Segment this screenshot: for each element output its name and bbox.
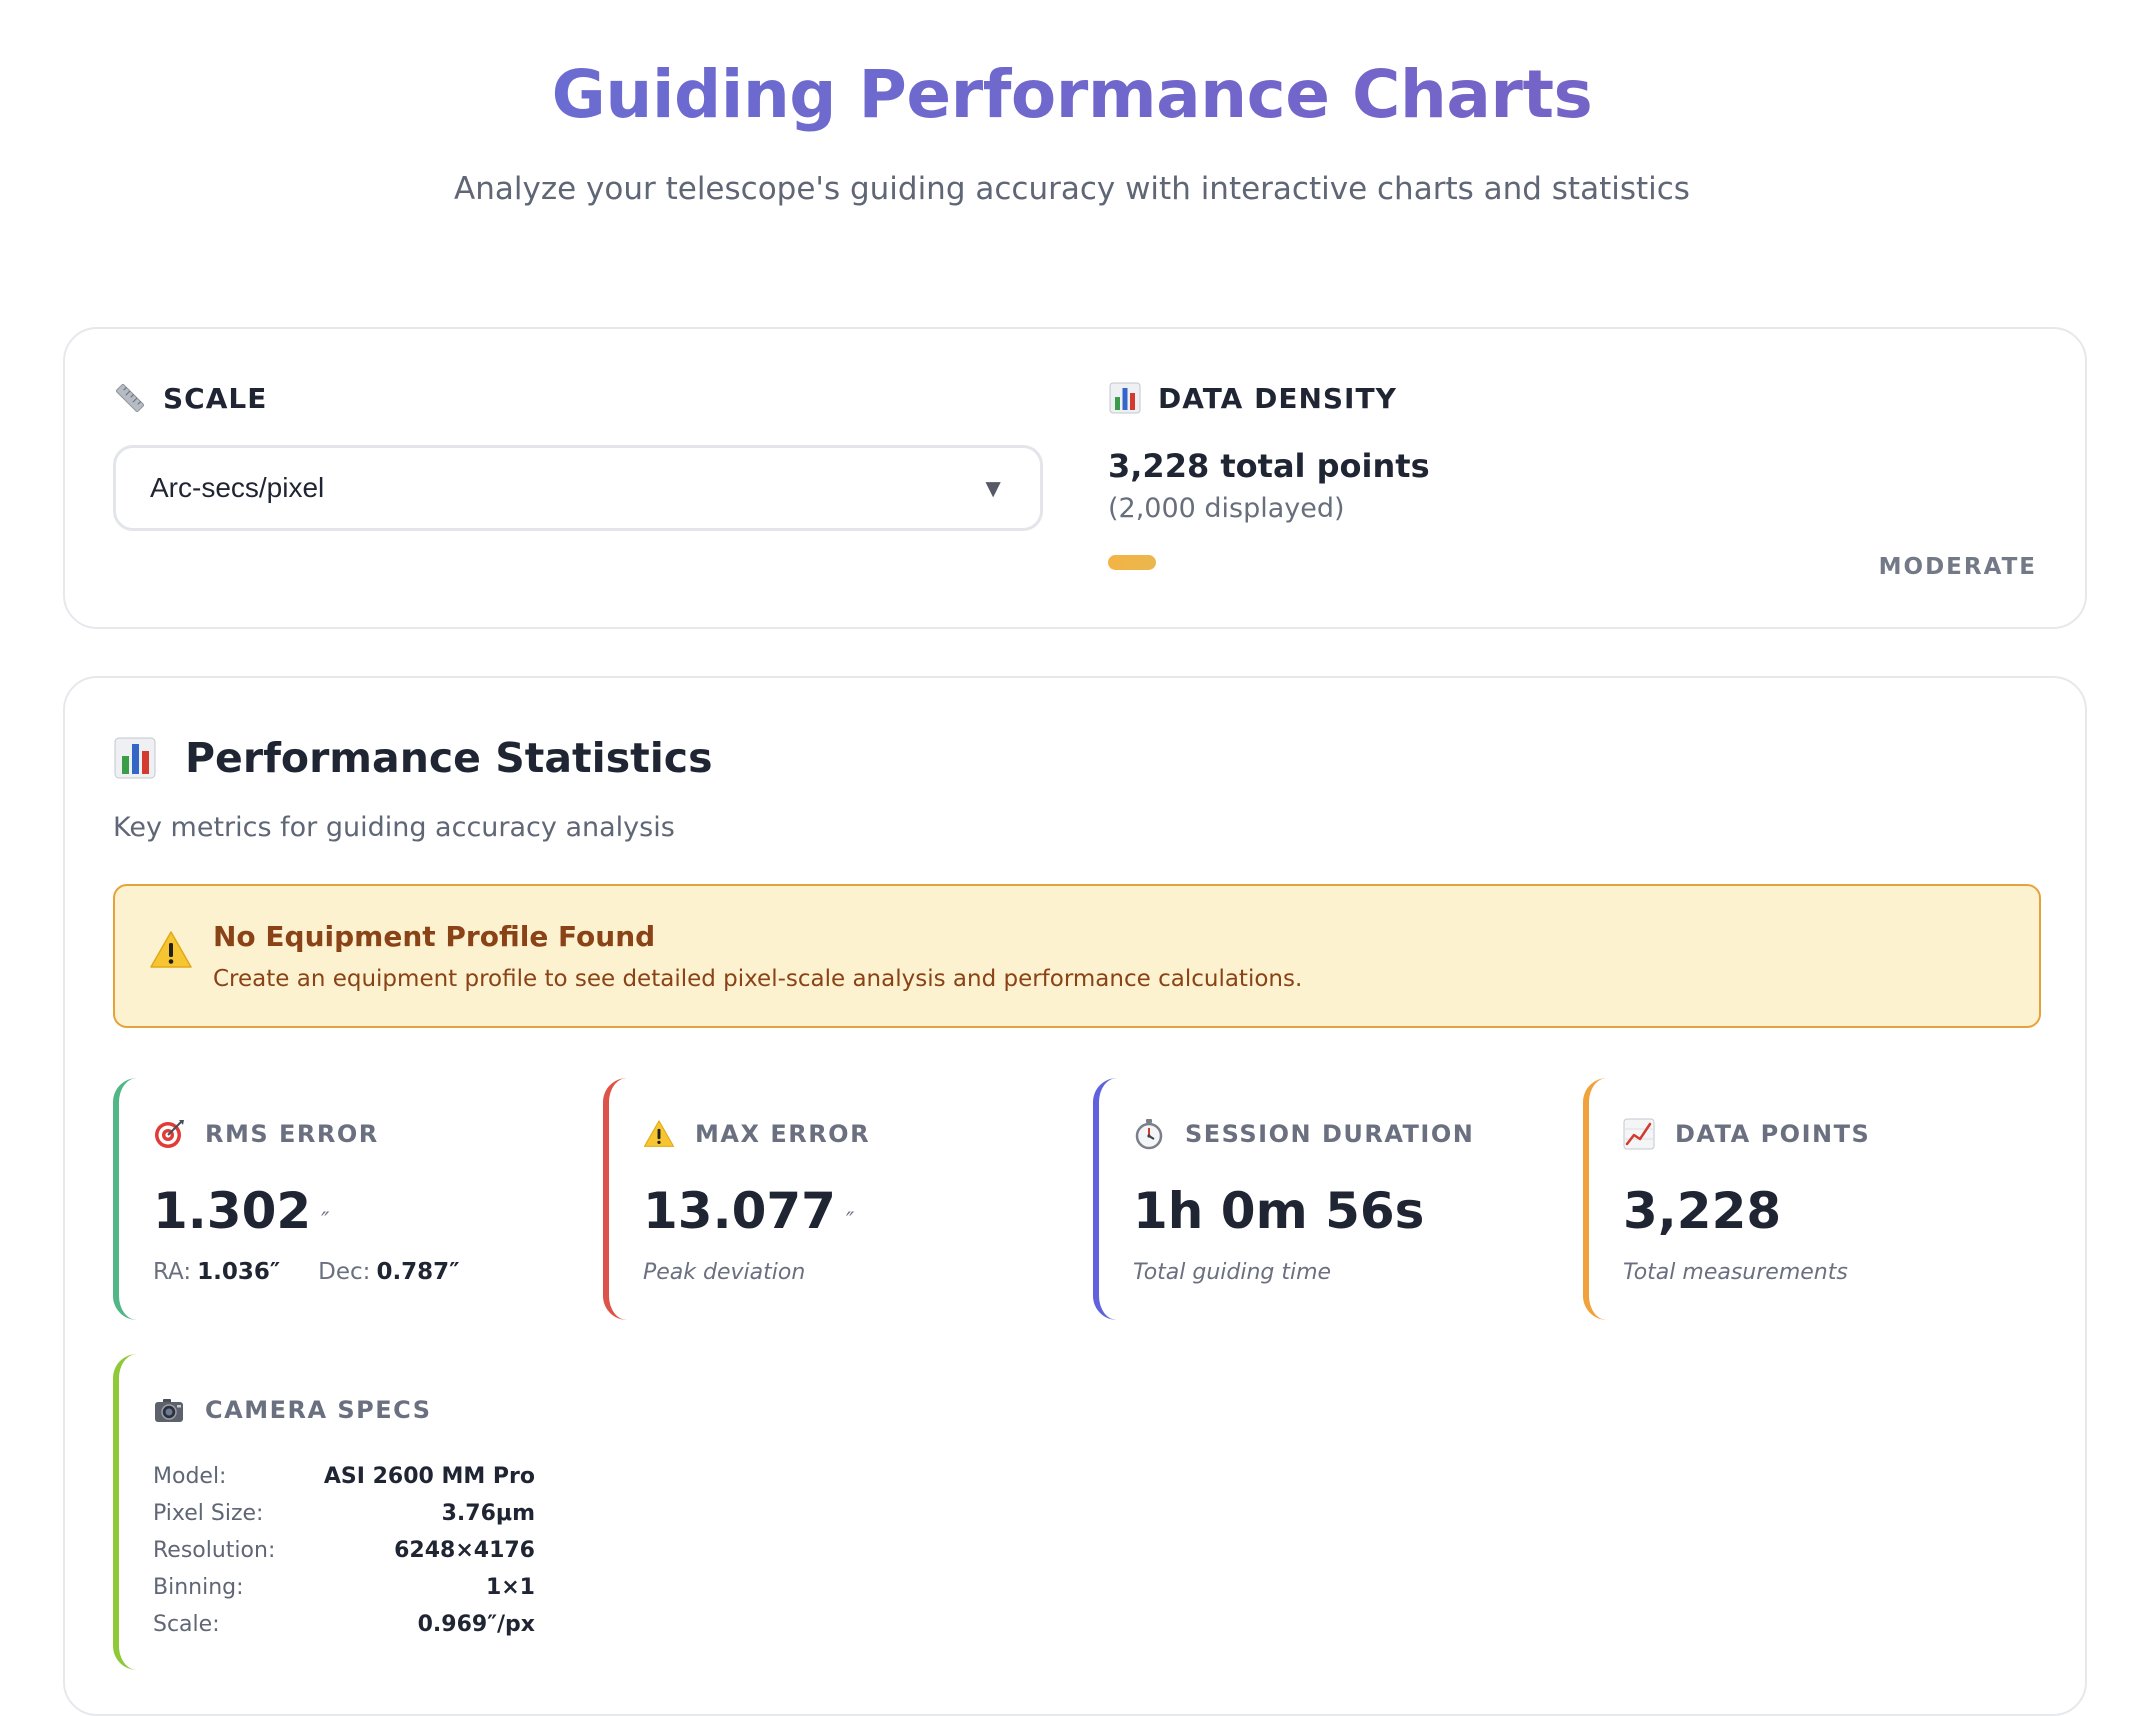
dec-value: 0.787″ (376, 1259, 460, 1285)
spec-value: ASI 2600 MM Pro (323, 1464, 535, 1489)
max-error-label-text: MAX ERROR (695, 1120, 871, 1148)
spec-key: Resolution: (153, 1538, 276, 1563)
density-total: 3,228 total points (1108, 447, 1430, 485)
scale-select[interactable]: Arc-secs/pixel ▼ (113, 445, 1043, 531)
equipment-alert: No Equipment Profile Found Create an equ… (113, 884, 2041, 1028)
ra-label: RA: (153, 1259, 192, 1285)
rms-error-card: RMS ERROR 1.302 ″ RA: 1.036″ Dec: 0.787″ (113, 1078, 553, 1320)
data-points-value: 3,228 (1623, 1182, 1781, 1240)
chevron-down-icon: ▼ (980, 472, 1006, 503)
max-error-unit: ″ (845, 1209, 855, 1234)
density-level-bar (1108, 555, 1156, 570)
session-duration-card: SESSION DURATION 1h 0m 56s Total guiding… (1093, 1078, 1533, 1320)
spec-row-model: Model: ASI 2600 MM Pro (153, 1458, 535, 1495)
session-duration-label: SESSION DURATION (1133, 1118, 1474, 1150)
spec-row-scale: Scale: 0.969″/px (153, 1606, 535, 1643)
session-duration-number: 1h 0m 56s (1133, 1182, 1425, 1240)
max-error-label: MAX ERROR (643, 1118, 870, 1150)
spec-row-resolution: Resolution: 6248×4176 (153, 1532, 535, 1569)
warning-icon (150, 931, 192, 968)
page-header: Guiding Performance Charts Analyze your … (0, 0, 2144, 207)
camera-icon (155, 1399, 183, 1422)
scale-select-value: Arc-secs/pixel (150, 472, 325, 503)
camera-specs-card: CAMERA SPECS Model: ASI 2600 MM Pro Pixe… (113, 1354, 553, 1670)
spec-key: Scale: (153, 1612, 220, 1637)
data-points-number: 3,228 (1623, 1182, 1782, 1240)
alert-title: No Equipment Profile Found (213, 920, 656, 953)
spec-key: Binning: (153, 1575, 244, 1600)
rms-error-label: RMS ERROR (153, 1118, 379, 1150)
rms-error-unit: ″ (321, 1209, 330, 1234)
spec-value: 1×1 (485, 1575, 535, 1600)
scale-label: SCALE (113, 381, 267, 415)
scale-label-text: SCALE (163, 381, 268, 415)
max-error-note: Peak deviation (643, 1260, 806, 1285)
trend-chart-icon (1623, 1118, 1655, 1150)
ruler-icon (115, 383, 145, 413)
bar-chart-icon (1109, 382, 1141, 414)
stats-header: Performance Statistics (113, 734, 712, 782)
rms-error-label-text: RMS ERROR (205, 1120, 379, 1148)
max-error-number: 13.077 (643, 1182, 836, 1240)
session-duration-note: Total guiding time (1133, 1260, 1332, 1285)
density-label-text: DATA DENSITY (1158, 381, 1397, 415)
dec-label: Dec: (318, 1259, 371, 1285)
spec-value: 3.76μm (441, 1501, 535, 1526)
density-label: DATA DENSITY (1108, 381, 1397, 415)
camera-spec-table: Model: ASI 2600 MM Pro Pixel Size: 3.76μ… (153, 1458, 535, 1643)
stats-subtitle: Key metrics for guiding accuracy analysi… (113, 812, 675, 843)
max-error-card: MAX ERROR 13.077 ″ Peak deviation (603, 1078, 1043, 1320)
rms-error-value: 1.302 ″ (153, 1182, 329, 1240)
ra-value: 1.036″ (197, 1259, 281, 1285)
density-displayed: (2,000 displayed) (1108, 493, 1345, 524)
bar-chart-icon (114, 737, 156, 779)
session-duration-value: 1h 0m 56s (1133, 1182, 1424, 1240)
spec-value: 0.969″/px (417, 1612, 535, 1637)
stats-title: Performance Statistics (185, 734, 713, 782)
camera-specs-label: CAMERA SPECS (153, 1394, 432, 1426)
spec-row-pixel-size: Pixel Size: 3.76μm (153, 1495, 535, 1532)
data-points-label: DATA POINTS (1623, 1118, 1870, 1150)
data-points-card: DATA POINTS 3,228 Total measurements (1583, 1078, 2023, 1320)
rms-error-number: 1.302 (153, 1182, 312, 1240)
spec-row-binning: Binning: 1×1 (153, 1569, 535, 1606)
warning-icon (643, 1120, 675, 1147)
target-icon (155, 1120, 184, 1148)
alert-text: Create an equipment profile to see detai… (213, 966, 1303, 992)
data-points-label-text: DATA POINTS (1675, 1120, 1871, 1148)
performance-statistics-card: Performance Statistics Key metrics for g… (63, 676, 2087, 1716)
spec-key: Model: (153, 1464, 227, 1489)
rms-components: RA: 1.036″ Dec: 0.787″ (153, 1259, 459, 1285)
stopwatch-icon (1135, 1119, 1163, 1150)
density-level-text: MODERATE (1878, 554, 2037, 580)
controls-card: SCALE Arc-secs/pixel ▼ DATA DENSITY 3,22… (63, 327, 2087, 629)
page-title: Guiding Performance Charts (0, 56, 2144, 133)
camera-specs-label-text: CAMERA SPECS (205, 1396, 432, 1424)
spec-value: 6248×4176 (394, 1538, 535, 1563)
session-duration-label-text: SESSION DURATION (1185, 1120, 1475, 1148)
spec-key: Pixel Size: (153, 1501, 264, 1526)
data-points-note: Total measurements (1623, 1260, 1848, 1285)
page-subtitle: Analyze your telescope's guiding accurac… (454, 171, 1690, 207)
max-error-value: 13.077 ″ (643, 1182, 854, 1240)
